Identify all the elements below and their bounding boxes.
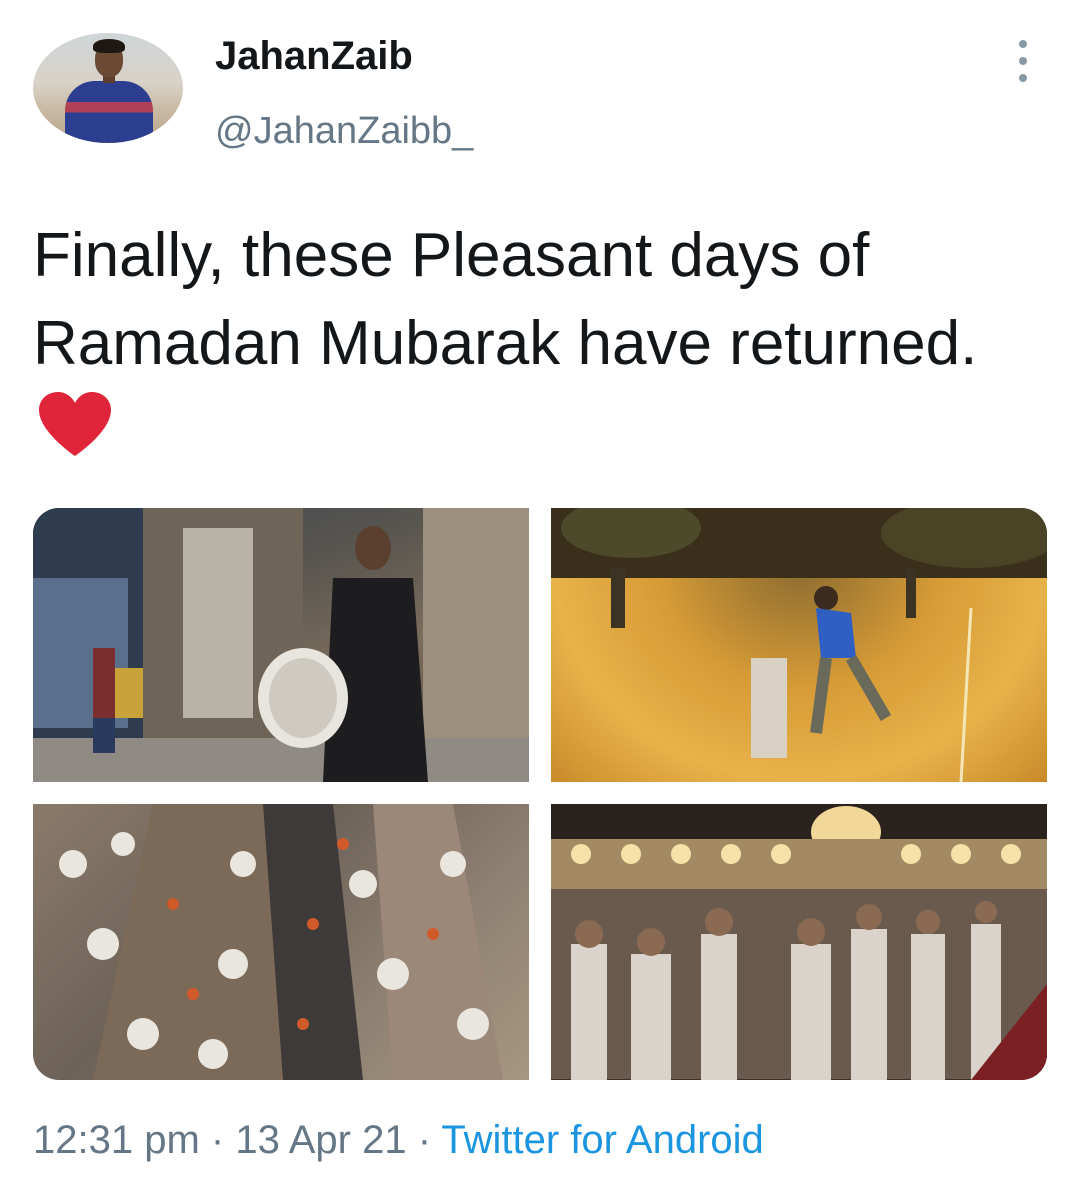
tweet-timestamp: 12:31 pm · 13 Apr 21 · Twitter for Andro… [33,1118,764,1163]
tweet-text: Finally, these Pleasant days of Ramadan … [33,212,1033,476]
separator: · [199,1118,236,1162]
more-dot [1019,40,1027,48]
night-cricket-photo-art [551,508,1047,782]
red-heart-icon [39,392,111,456]
display-name[interactable]: JahanZaib [215,34,413,79]
media-grid[interactable] [33,508,1047,1080]
night-cricket-photo[interactable] [551,508,1047,782]
avatar-shirt [65,81,153,143]
avatar-hair [93,39,125,53]
drummer-photo-art [33,508,529,782]
more-dot [1019,74,1027,82]
more-dot [1019,57,1027,65]
more-options-icon[interactable] [1008,40,1038,82]
iftar-gathering-photo-art [59,804,503,1080]
separator: · [406,1118,442,1162]
tweet-source-link[interactable]: Twitter for Android [441,1118,763,1162]
tweet-body: Finally, these Pleasant days of Ramadan … [33,221,978,378]
user-handle[interactable]: @JahanZaibb_ [215,110,473,153]
mosque-prayer-photo-art [551,804,1047,1080]
tweet-time[interactable]: 12:31 pm [33,1118,200,1162]
tweet-date[interactable]: 13 Apr 21 [235,1118,406,1162]
drummer-photo[interactable] [33,508,529,782]
iftar-gathering-photo[interactable] [33,804,529,1080]
mosque-prayer-photo[interactable] [551,804,1047,1080]
avatar[interactable] [33,33,183,143]
